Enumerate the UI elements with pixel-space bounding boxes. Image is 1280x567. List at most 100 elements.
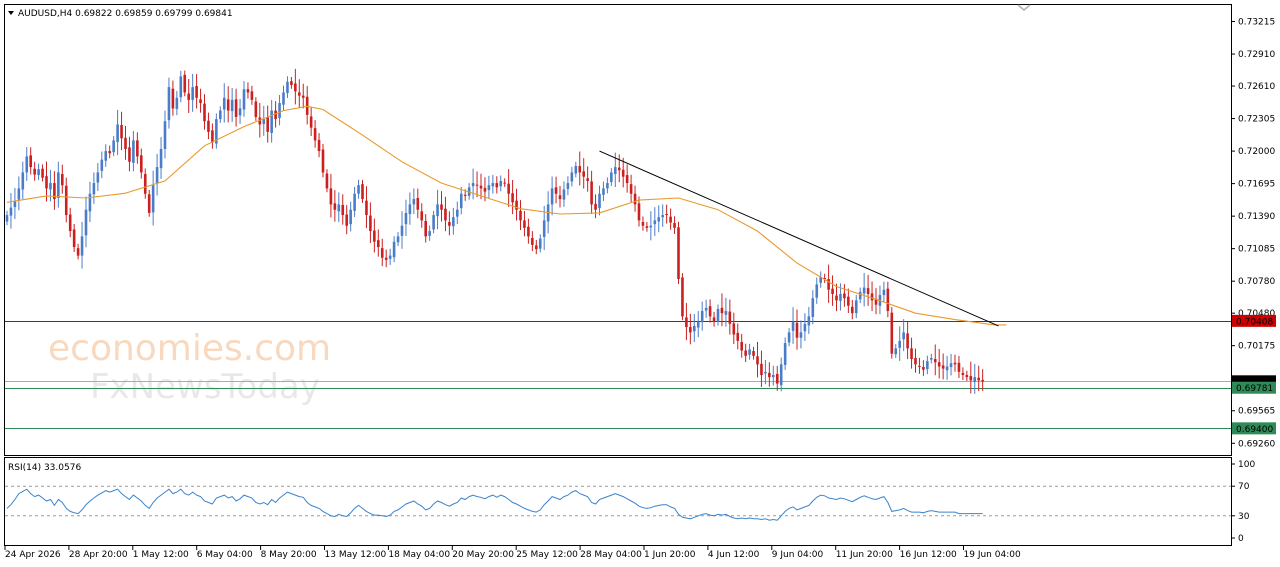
- candle-body: [424, 220, 427, 237]
- candle-body: [700, 311, 704, 323]
- rsi-tick-label: 0: [1238, 534, 1244, 544]
- candle-body: [25, 156, 29, 173]
- candle-body: [783, 343, 787, 365]
- candle-body: [851, 306, 854, 314]
- chart-title: AUDUSD,H4 0.69822 0.69859 0.69799 0.6984…: [18, 9, 233, 19]
- candle-body: [286, 81, 289, 93]
- candle-body: [858, 291, 862, 300]
- rsi-tick-label: 100: [1238, 460, 1255, 470]
- candle-body: [416, 198, 420, 210]
- candle-body: [222, 97, 226, 110]
- candle-body: [973, 377, 977, 382]
- candle-body: [76, 248, 80, 256]
- candle-body: [633, 193, 637, 205]
- candle-body: [866, 288, 870, 294]
- price-label: 0.69400: [1232, 422, 1276, 435]
- candle-body: [625, 175, 629, 184]
- price-tick-label: 0.71390: [1238, 212, 1275, 222]
- watermark-fxnewstoday: FxNewsToday: [90, 367, 320, 407]
- candle-body: [41, 168, 44, 178]
- price-tick-label: 0.72610: [1238, 82, 1275, 92]
- candle-body: [661, 215, 664, 218]
- watermark: economies.com FxNewsToday: [48, 328, 331, 407]
- candle-body: [317, 139, 321, 152]
- candle-body: [33, 168, 36, 175]
- price-tick-label: 0.70175: [1238, 342, 1275, 352]
- candle-body: [910, 348, 913, 360]
- candle-body: [388, 255, 392, 259]
- candle-body: [187, 93, 190, 100]
- candle-body: [475, 184, 479, 186]
- candle-body: [926, 361, 929, 370]
- candle-body: [598, 193, 601, 209]
- candle-body: [933, 359, 937, 363]
- candle-body: [68, 214, 72, 232]
- price-tick-label: 0.72305: [1238, 115, 1275, 125]
- candle-body: [617, 167, 621, 171]
- candle-body: [969, 376, 973, 381]
- candle-body: [930, 357, 933, 360]
- candle-body: [977, 377, 980, 381]
- candle-body: [5, 215, 9, 222]
- time-tick-label: 28 Apr 20:00: [69, 550, 128, 560]
- candle-body: [365, 200, 368, 216]
- candle-body: [13, 201, 17, 208]
- candle-body: [333, 203, 337, 210]
- candle-body: [637, 203, 641, 221]
- candle-body: [298, 92, 301, 96]
- candle-body: [191, 87, 194, 100]
- candle-body: [337, 204, 341, 212]
- candle-body: [175, 97, 179, 109]
- candle-body: [621, 169, 625, 177]
- candle-body: [124, 137, 127, 149]
- candle-body: [681, 277, 684, 317]
- time-tick-label: 1 Jun 20:00: [644, 550, 696, 560]
- candle-body: [582, 171, 585, 177]
- time-tick-label: 4 Jun 12:00: [708, 550, 760, 560]
- candle-body: [531, 237, 534, 245]
- candle-body: [961, 372, 965, 376]
- price-tick-label: 0.70780: [1238, 277, 1275, 287]
- candle-body: [570, 172, 574, 182]
- candle-body: [799, 332, 803, 338]
- candle-body: [179, 76, 183, 98]
- candle-body: [665, 214, 668, 216]
- candle-body: [566, 183, 570, 189]
- candle-body: [361, 184, 364, 200]
- candle-body: [96, 172, 100, 183]
- candle-body: [831, 288, 834, 294]
- price-tick-label: 0.71695: [1238, 180, 1275, 190]
- candle-body: [132, 140, 135, 163]
- candle-body: [84, 209, 88, 236]
- candle-body: [432, 215, 435, 230]
- candle-body: [400, 225, 404, 236]
- candle-body: [689, 327, 692, 333]
- candle-body: [373, 230, 376, 242]
- candle-body: [211, 130, 214, 143]
- candle-body: [163, 121, 167, 149]
- candle-body: [349, 209, 352, 225]
- candle-body: [254, 101, 258, 117]
- candle-body: [234, 99, 238, 117]
- candle-body: [353, 193, 356, 211]
- candle-body: [590, 181, 593, 205]
- candle-body: [760, 363, 763, 376]
- watermark-economies: economies.com: [48, 328, 331, 369]
- candle-body: [396, 236, 400, 243]
- time-tick-label: 24 Apr 2026: [5, 550, 61, 560]
- candle-body: [112, 140, 115, 153]
- candle-body: [262, 119, 266, 124]
- candle-body: [941, 365, 945, 369]
- candle-body: [479, 185, 483, 189]
- candle-body: [270, 110, 273, 133]
- candle-body: [515, 200, 518, 210]
- candle-body: [321, 149, 325, 173]
- time-tick-label: 25 May 12:00: [516, 550, 578, 560]
- candle-body: [922, 367, 925, 370]
- candle-body: [471, 183, 475, 187]
- candle-body: [716, 308, 720, 322]
- time-tick-label: 9 Jun 04:00: [772, 550, 824, 560]
- candle-body: [614, 167, 617, 175]
- candle-body: [890, 312, 894, 354]
- candle-body: [120, 124, 123, 139]
